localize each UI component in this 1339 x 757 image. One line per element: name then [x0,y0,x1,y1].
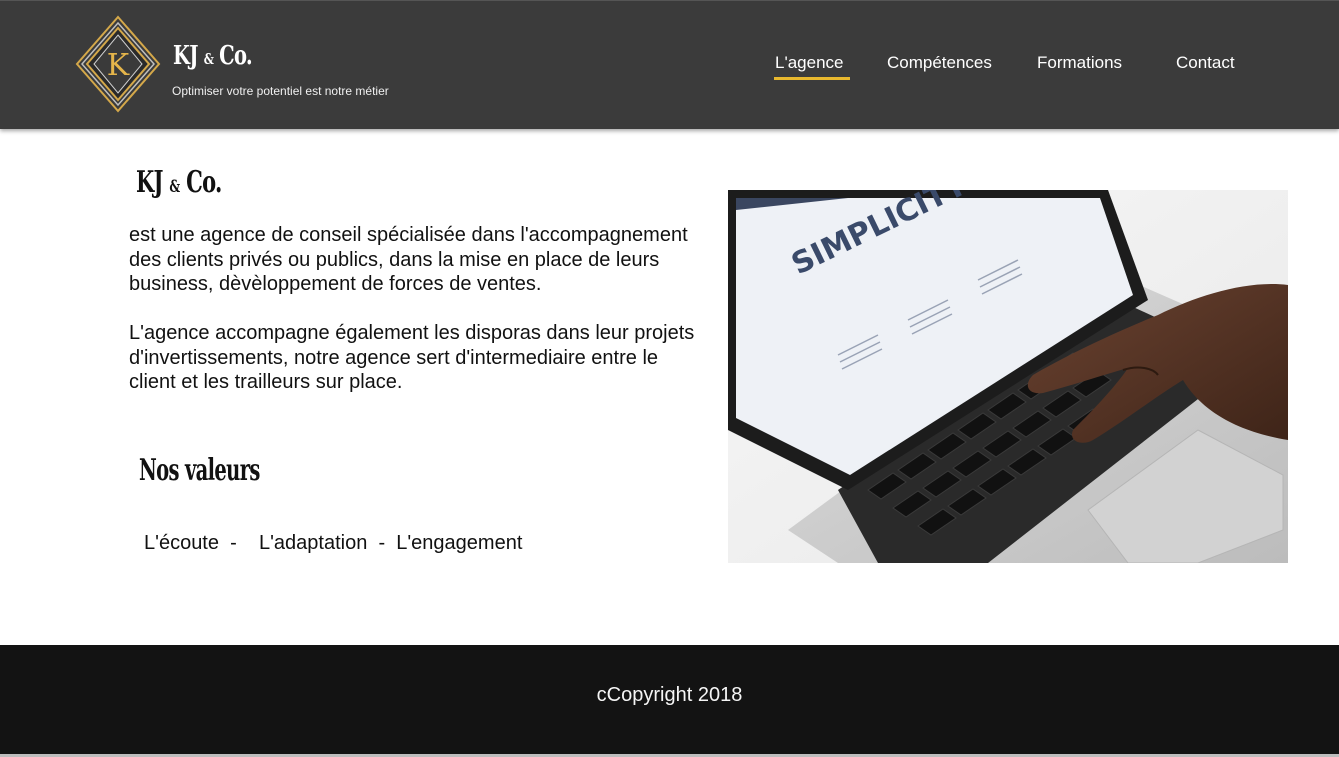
copyright-text: cCopyright 2018 [596,684,743,706]
laptop-illustration: SIMPLICITY [728,190,1288,563]
laptop-typing-photo: SIMPLICITY [728,190,1288,563]
content-brand-main: KJ [136,165,164,200]
nav-link-competences[interactable]: Compétences [887,53,992,73]
values-heading: Nos valeurs [139,453,260,488]
main-nav: L'agence Compétences Formations Contact [0,53,1339,93]
diaspora-paragraph: L'agence accompagne également les dispor… [129,322,695,393]
nav-link-contact[interactable]: Contact [1176,53,1235,73]
intro-paragraph: est une agence de conseil spécialisée da… [129,224,688,295]
site-footer: cCopyright 2018 [0,645,1339,754]
nav-active-indicator [774,77,850,80]
content-brand-suffix: Co. [186,165,222,200]
nav-link-agence[interactable]: L'agence [775,53,843,73]
site-header: K KJ & Co. Optimiser votre potentiel est… [0,0,1339,129]
values-list: L'écoute - L'adaptation - L'engagement [144,532,523,554]
nav-link-formations[interactable]: Formations [1037,53,1122,73]
content-brand-amp: & [169,177,180,197]
content-brand-title: KJ & Co. [136,168,222,198]
